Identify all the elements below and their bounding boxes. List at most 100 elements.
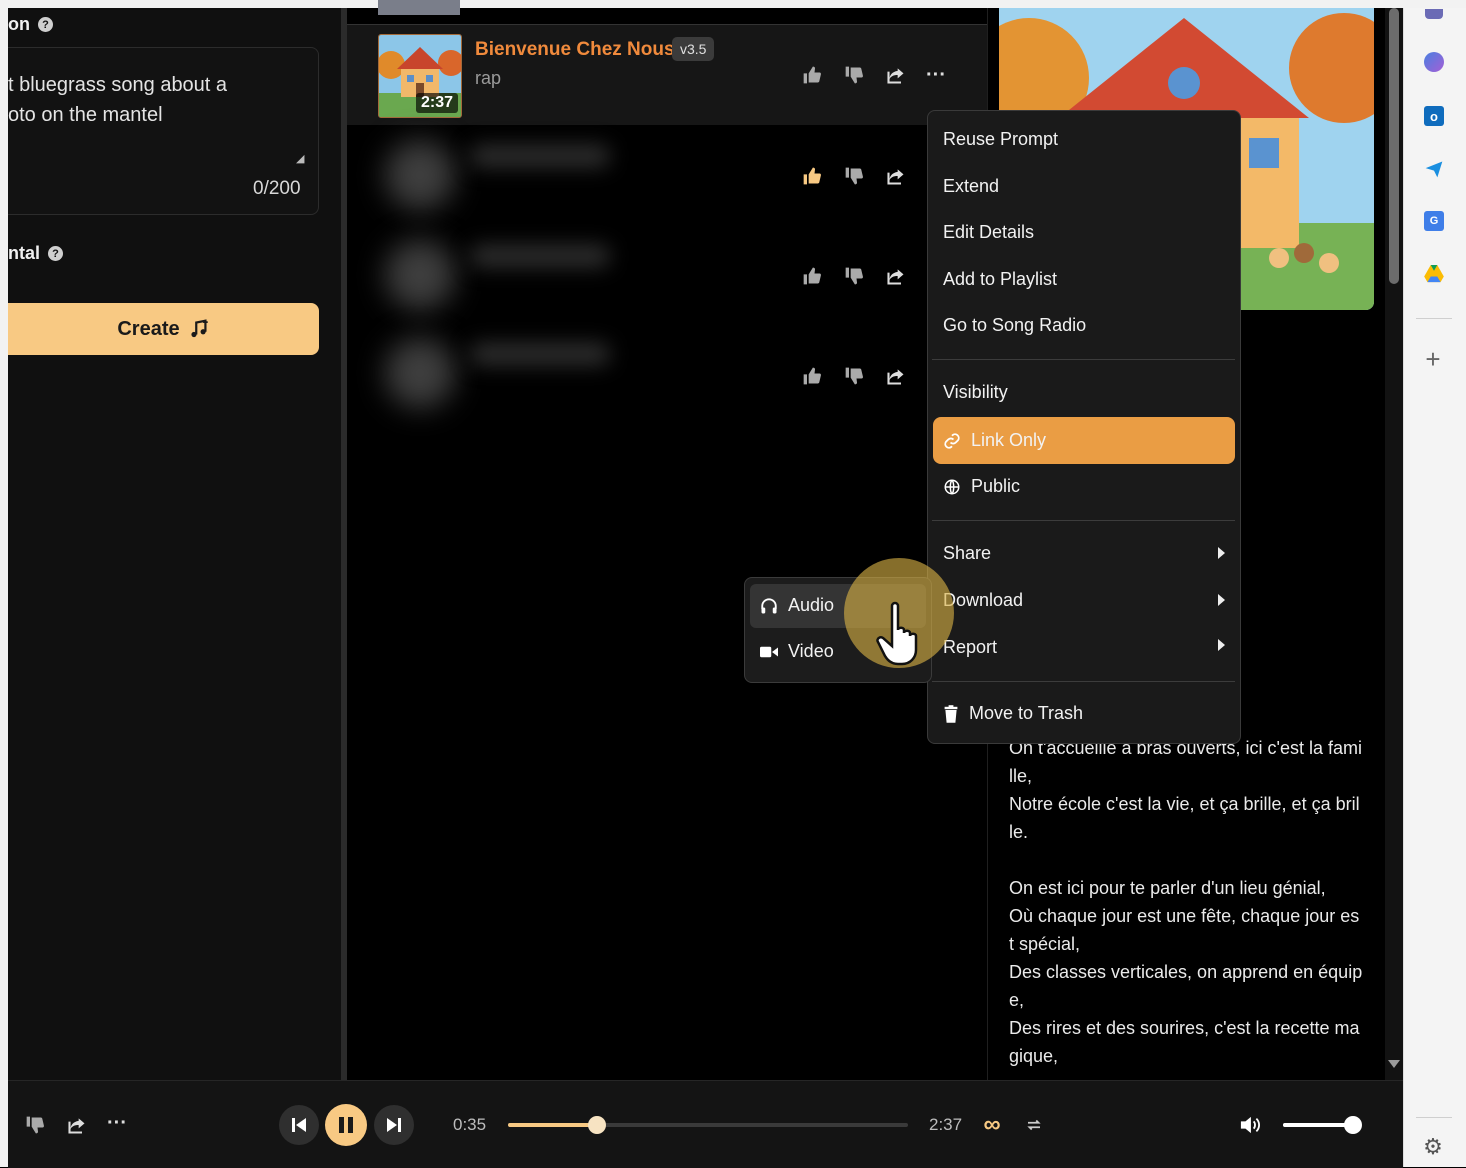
more-options-icon[interactable]: ··· — [104, 1110, 130, 1136]
submenu-item-audio[interactable]: Audio — [760, 595, 834, 616]
song-duration: 2:37 — [416, 93, 459, 113]
help-icon[interactable]: ? — [48, 246, 64, 261]
menu-separator — [932, 520, 1235, 521]
submenu-item-label: Video — [788, 641, 834, 661]
menu-item-reuse-prompt[interactable]: Reuse Prompt — [943, 129, 1058, 150]
outlook-icon[interactable]: o — [1420, 102, 1448, 130]
scroll-down-icon[interactable] — [1388, 1060, 1400, 1068]
share-icon[interactable] — [883, 263, 909, 289]
sidebar-divider — [1416, 318, 1452, 319]
settings-gear-icon[interactable]: ⚙ — [1419, 1133, 1447, 1161]
copilot-icon[interactable] — [1420, 48, 1448, 76]
current-time: 0:35 — [453, 1115, 487, 1134]
share-icon[interactable] — [883, 163, 909, 189]
like-icon[interactable] — [799, 263, 825, 289]
like-icon[interactable] — [799, 163, 825, 189]
skip-back-icon — [292, 1118, 306, 1132]
volume-knob[interactable] — [1344, 1116, 1362, 1134]
browser-top-edge — [0, 0, 1466, 8]
menu-item-share[interactable]: Share — [943, 543, 1225, 564]
song-title[interactable]: Bienvenue Chez Nous — [475, 39, 675, 61]
blurred-title — [470, 343, 610, 365]
translate-icon[interactable]: G — [1420, 207, 1448, 235]
visibility-label: Visibility — [943, 382, 1008, 402]
char-counter: 0/200 — [253, 178, 301, 199]
menu-item-edit-details[interactable]: Edit Details — [943, 222, 1034, 243]
dislike-icon[interactable] — [841, 363, 867, 389]
blurred-title — [470, 245, 610, 267]
panel-divider[interactable] — [341, 8, 347, 1080]
skip-forward-icon — [387, 1118, 401, 1132]
song-genre[interactable]: rap — [475, 68, 501, 89]
menu-item-song-radio[interactable]: Go to Song Radio — [943, 315, 1086, 336]
total-time: 2:37 — [929, 1115, 963, 1134]
hand-pointer-icon — [874, 600, 932, 675]
menu-item-extend[interactable]: Extend — [943, 176, 999, 197]
menu-item-label: Add to Playlist — [943, 269, 1058, 289]
previous-track-button[interactable] — [279, 1105, 319, 1145]
dislike-icon[interactable] — [841, 263, 867, 289]
like-icon[interactable] — [799, 62, 825, 88]
like-icon[interactable] — [799, 363, 825, 389]
headphones-icon — [761, 597, 777, 613]
previous-song-thumbnail[interactable] — [378, 0, 460, 15]
menu-separator — [932, 359, 1235, 360]
drive-icon[interactable] — [1420, 260, 1448, 288]
menu-item-label: Link Only — [971, 430, 1047, 450]
scrollbar-thumb[interactable] — [1389, 8, 1399, 284]
menu-item-label: Go to Song Radio — [943, 315, 1087, 335]
progress-fill — [508, 1123, 598, 1127]
create-button-label: Create — [117, 317, 180, 340]
sidebar-divider — [1416, 1117, 1452, 1118]
song-context-menu: Reuse Prompt Extend Edit Details Add to … — [927, 110, 1241, 744]
menu-item-public[interactable]: Public — [943, 476, 1020, 497]
trash-icon — [944, 704, 958, 723]
menu-item-link-only[interactable]: Link Only — [943, 430, 1046, 451]
version-badge: v3.5 — [672, 37, 715, 61]
dislike-icon[interactable] — [841, 163, 867, 189]
chevron-right-icon — [1218, 547, 1225, 559]
visibility-heading: Visibility — [943, 382, 1008, 403]
loop-icon[interactable]: ∞ — [979, 1111, 1005, 1138]
prompt-text[interactable]: t bluegrass song about a oto on the mant… — [8, 70, 308, 130]
blurred-thumbnail — [385, 338, 455, 408]
menu-item-label: Move to Trash — [969, 703, 1084, 723]
chevron-right-icon — [1218, 594, 1225, 606]
instrumental-label: ntal ? — [8, 243, 64, 264]
share-icon[interactable] — [883, 62, 909, 88]
blurred-thumbnail — [385, 140, 455, 210]
menu-item-label: Extend — [943, 176, 1000, 196]
resize-handle-icon[interactable]: ◢ — [296, 152, 304, 165]
menu-item-add-to-playlist[interactable]: Add to Playlist — [943, 269, 1057, 290]
menu-item-label: Share — [943, 543, 992, 563]
repeat-icon[interactable] — [1021, 1112, 1047, 1138]
progress-slider[interactable] — [508, 1116, 908, 1134]
send-icon[interactable] — [1420, 155, 1448, 183]
volume-slider[interactable] — [1283, 1116, 1362, 1134]
menu-item-report[interactable]: Report — [943, 637, 1225, 658]
instrumental-label-text: ntal — [8, 243, 41, 263]
help-icon[interactable]: ? — [38, 17, 53, 32]
submenu-item-video[interactable]: Video — [760, 641, 834, 662]
pause-button[interactable] — [325, 1104, 367, 1146]
next-track-button[interactable] — [374, 1105, 414, 1145]
menu-item-move-to-trash[interactable]: Move to Trash — [943, 703, 1083, 724]
menu-item-label: Public — [971, 476, 1021, 496]
add-icon[interactable]: + — [1419, 344, 1447, 374]
video-camera-icon — [760, 646, 778, 657]
dislike-icon[interactable] — [22, 1112, 48, 1138]
menu-separator — [932, 681, 1235, 682]
dislike-icon[interactable] — [841, 62, 867, 88]
share-icon[interactable] — [64, 1112, 90, 1138]
people-icon[interactable] — [1420, 0, 1448, 28]
volume-fill — [1283, 1123, 1353, 1127]
more-options-icon[interactable]: ··· — [923, 62, 949, 88]
volume-icon[interactable] — [1237, 1112, 1263, 1138]
submenu-item-label: Audio — [788, 595, 835, 615]
menu-item-label: Edit Details — [943, 222, 1035, 242]
create-button[interactable]: Create — [8, 303, 319, 355]
description-label: on ? — [8, 14, 53, 35]
menu-item-download[interactable]: Download — [943, 590, 1225, 611]
share-icon[interactable] — [883, 363, 909, 389]
globe-icon — [944, 479, 960, 494]
